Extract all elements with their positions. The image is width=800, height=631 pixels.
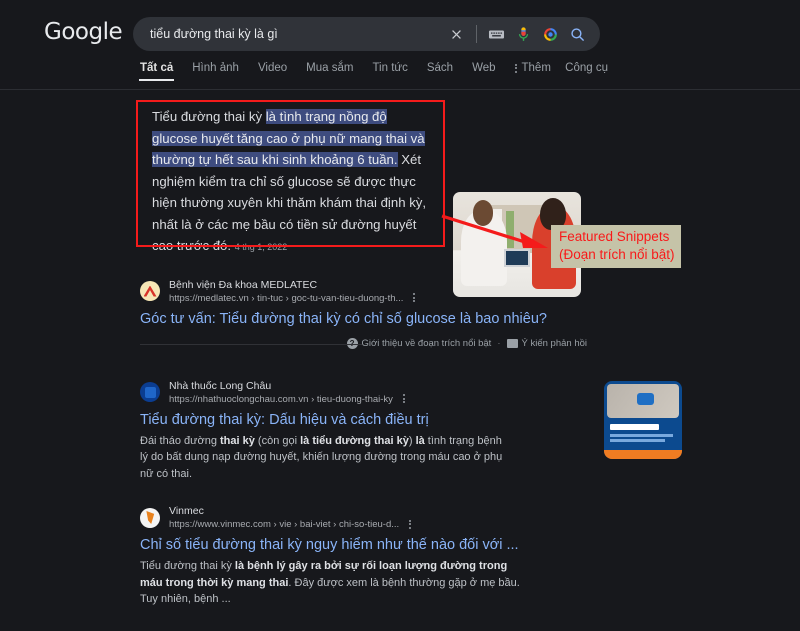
snippet-text-before: Tiểu đường thai kỳ [152,109,266,124]
snippet-text-after: Xét nghiệm kiểm tra chỉ số glucose sẽ đư… [152,152,427,253]
result-url: https://nhathuoclongchau.com.vn › tieu-d… [169,393,405,406]
vertical-dots-icon [514,63,517,73]
microphone-icon[interactable] [511,22,535,46]
longchau-favicon [140,382,160,402]
result-header: Vinmec https://www.vinmec.com › vie › ba… [140,504,540,531]
featured-snippet: Tiểu đường thai kỳ là tình trạng nồng độ… [140,95,445,268]
kebab-menu-icon[interactable] [408,519,411,529]
google-logo[interactable]: Google [44,19,123,45]
annotation-callout: Featured Snippets (Đoạn trích nổi bật) [551,225,681,268]
medlatec-favicon [140,281,160,301]
tab-web[interactable]: Web [472,57,495,74]
right-arrow-icon [440,212,552,259]
result-site-name: Vinmec [169,505,204,517]
feedback-link[interactable]: Ý kiến phản hồi [506,338,587,349]
vinmec-favicon [140,507,160,528]
kebab-menu-icon[interactable] [413,293,416,303]
tab-all[interactable]: Tất cả [138,57,175,81]
divider [476,25,477,43]
divider [140,343,362,345]
about-featured-snippets-link[interactable]: ? Giới thiệu về đoạn trích nổi bật [346,338,491,349]
result-url: https://www.vinmec.com › vie › bai-viet … [169,518,411,531]
result-url: https://medlatec.vn › tin-tuc › goc-tu-v… [169,292,416,305]
keyboard-icon[interactable] [484,22,508,46]
search-result: Nhà thuốc Long Châu https://nhathuoclong… [140,379,682,483]
result-description: Đái tháo đường thai kỳ (còn gọi là tiểu … [140,434,503,480]
tab-books[interactable]: Sách [427,57,453,74]
snippet-date: 4 thg 1, 2022 [234,242,288,252]
tab-shopping[interactable]: Mua sắm [306,57,353,74]
kebab-menu-icon[interactable] [402,394,405,404]
result-header: Bệnh viện Đa khoa MEDLATEC https://medla… [140,278,540,305]
result-title-link[interactable]: Chỉ số tiểu đường thai kỳ nguy hiểm như … [140,535,540,555]
result-site-name: Nhà thuốc Long Châu [169,379,272,392]
page-header: Google tiểu đường thai kỳ là gì [0,0,800,57]
tools-button[interactable]: Công cụ [565,62,608,74]
result-header: Nhà thuốc Long Châu https://nhathuoclong… [140,379,540,406]
tab-more[interactable]: Thêm [514,57,551,74]
result-site-name: Bệnh viện Đa khoa MEDLATEC [169,278,318,291]
search-input[interactable]: tiểu đường thai kỳ là gì [133,27,443,41]
feedback-flag-icon [506,339,518,348]
tab-news[interactable]: Tin tức [372,57,407,74]
close-icon[interactable] [443,21,469,47]
featured-snippet-text: Tiểu đường thai kỳ là tình trạng nồng độ… [152,106,435,259]
snippet-feedback-row: ? Giới thiệu về đoạn trích nổi bật · Ý k… [140,336,587,352]
infographic-image [604,380,682,459]
google-lens-icon[interactable] [538,22,562,46]
search-result: Bệnh viện Đa khoa MEDLATEC https://medla… [140,278,547,329]
google-search-results-page: Google tiểu đường thai kỳ là gì Tất cả H… [0,0,800,631]
annotation-line-2: (Đoạn trích nổi bật) [559,247,675,262]
results-column: Tiểu đường thai kỳ là tình trạng nồng độ… [0,90,800,631]
tab-more-label: Thêm [521,62,551,74]
result-description: Tiểu đường thai kỳ là bệnh lý gây ra bởi… [140,560,520,605]
result-thumbnail[interactable] [604,380,682,459]
separator-dot: · [497,338,501,349]
annotation-line-1: Featured Snippets [559,229,670,244]
tab-images[interactable]: Hình ảnh [192,57,239,74]
search-bar[interactable]: tiểu đường thai kỳ là gì [133,17,600,51]
search-tabs: Tất cả Hình ảnh Video Mua sắm Tin tức Sá… [0,57,800,90]
result-title-link[interactable]: Tiểu đường thai kỳ: Dấu hiệu và cách điề… [140,410,540,430]
search-result: Vinmec https://www.vinmec.com › vie › ba… [140,504,540,608]
result-title-link[interactable]: Góc tư vấn: Tiểu đường thai kỳ có chỉ số… [140,309,547,329]
tab-videos[interactable]: Video [258,57,287,74]
search-icon[interactable] [565,22,589,46]
